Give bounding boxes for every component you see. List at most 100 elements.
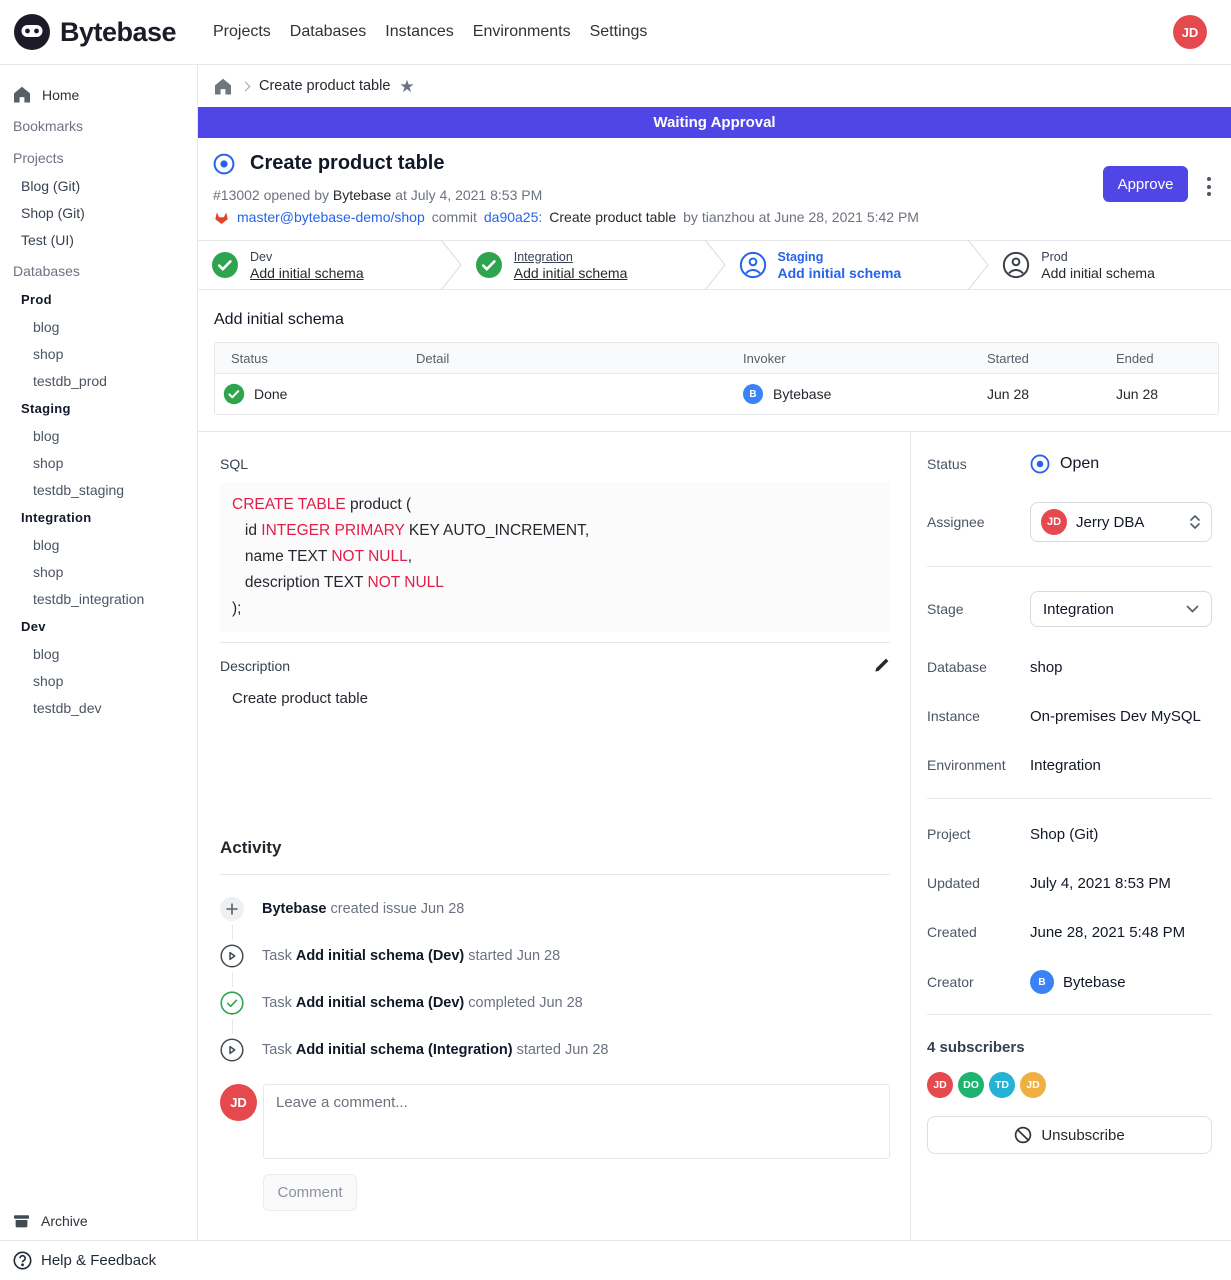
help-feedback-bar[interactable]: Help & Feedback [0, 1240, 1231, 1280]
sidebar-item-bookmarks[interactable]: Bookmarks [13, 111, 189, 140]
sidebar-db-dev-testdb-dev[interactable]: testdb_dev [13, 694, 189, 721]
nav-item-settings[interactable]: Settings [590, 19, 648, 45]
approve-button[interactable]: Approve [1103, 166, 1188, 202]
stage-labels: IntegrationAdd initial schema [514, 249, 628, 282]
sql-line: name TEXT NOT NULL, [232, 544, 878, 570]
nav-item-projects[interactable]: Projects [213, 19, 271, 45]
comment-composer: JD [220, 1084, 890, 1159]
vcs-commit-author: by tianzhou at June 28, 2021 5:42 PM [683, 209, 919, 225]
assignee-name: Jerry DBA [1076, 514, 1144, 531]
creator-value: Bytebase [1063, 974, 1126, 991]
stage-separator [440, 241, 462, 289]
task-table-row[interactable]: Done B Bytebase Jun 28 Jun 28 [215, 374, 1218, 414]
divider [220, 874, 890, 875]
ban-icon [1014, 1126, 1032, 1144]
stage-select[interactable]: Integration [1030, 591, 1212, 627]
project-value[interactable]: Shop (Git) [1030, 826, 1098, 843]
sidebar-env-staging[interactable]: Staging [13, 395, 189, 422]
creator-label: Creator [927, 974, 1030, 990]
project-label: Project [927, 826, 1030, 842]
timeline-connector [232, 1019, 233, 1034]
issue-more-menu-icon[interactable] [1205, 175, 1213, 198]
sidebar-item-test-ui[interactable]: Test (UI) [13, 226, 189, 253]
instance-value[interactable]: On-premises Dev MySQL [1030, 708, 1201, 725]
pipeline-stage-staging[interactable]: StagingAdd initial schema [726, 241, 968, 289]
sidebar-item-home[interactable]: Home [13, 81, 189, 108]
sidebar-env-prod[interactable]: Prod [13, 286, 189, 313]
sql-line: description TEXT NOT NULL [232, 570, 878, 596]
nav-item-databases[interactable]: Databases [290, 19, 367, 45]
sidebar-db-dev-shop[interactable]: shop [13, 667, 189, 694]
sidebar-db-prod-blog[interactable]: blog [13, 313, 189, 340]
activity-event: Task Add initial schema (Dev) started Ju… [220, 944, 890, 968]
pipeline-stage-dev[interactable]: DevAdd initial schema [198, 241, 440, 289]
sidebar-spacer [13, 721, 189, 1207]
timeline-connector [232, 925, 233, 940]
status-label: Status [927, 456, 1030, 472]
sidebar-db-integration-testdb-integration[interactable]: testdb_integration [13, 585, 189, 612]
sidebar-item-shop-git[interactable]: Shop (Git) [13, 199, 189, 226]
nav-item-environments[interactable]: Environments [473, 19, 571, 45]
comment-button[interactable]: Comment [263, 1174, 357, 1211]
sidebar-db-staging-blog[interactable]: blog [13, 422, 189, 449]
stage-env-label: Dev [250, 249, 364, 265]
bookmark-star-icon[interactable]: ★ [399, 78, 414, 95]
task-ended-cell: Jun 28 [1116, 386, 1218, 402]
sidebar-db-integration-blog[interactable]: blog [13, 531, 189, 558]
issue-meta-suffix: at July 4, 2021 8:53 PM [395, 187, 542, 203]
database-value[interactable]: shop [1030, 659, 1063, 676]
task-started-cell: Jun 28 [987, 386, 1116, 402]
activity-event: Task Add initial schema (Integration) st… [220, 1038, 890, 1062]
nav-item-instances[interactable]: Instances [385, 19, 453, 45]
gitlab-icon [213, 209, 230, 225]
sidebar-env-integration[interactable]: Integration [13, 504, 189, 531]
sidebar-db-staging-testdb-staging[interactable]: testdb_staging [13, 476, 189, 503]
sql-code-block: CREATE TABLE product ( id INTEGER PRIMAR… [220, 482, 890, 632]
sidebar-db-staging-shop[interactable]: shop [13, 449, 189, 476]
column-header-started: Started [987, 351, 1116, 366]
pipeline-stage-prod[interactable]: ProdAdd initial schema [989, 241, 1231, 289]
stage-task-label: Add initial schema [514, 265, 628, 282]
vcs-branch-link[interactable]: master@bytebase-demo/shop [237, 209, 425, 225]
activity-event: Task Add initial schema (Dev) completed … [220, 991, 890, 1015]
divider [927, 1014, 1212, 1015]
app: Bytebase Projects Databases Instances Envir… [0, 0, 1231, 1280]
activity-event-text: Task Add initial schema (Dev) completed … [262, 995, 583, 1011]
vcs-commit-hash-link[interactable]: da90a25: [484, 209, 542, 225]
task-status-text: Done [254, 386, 287, 402]
brand[interactable]: Bytebase [13, 13, 211, 51]
subscribers-title: 4 subscribers [927, 1039, 1212, 1056]
stage-separator [704, 241, 726, 289]
sidebar-db-dev-blog[interactable]: blog [13, 640, 189, 667]
sidebar-item-archive[interactable]: Archive [13, 1207, 189, 1234]
activity-timeline: Bytebase created issue Jun 28 Task Add in… [220, 897, 890, 1062]
breadcrumb-title[interactable]: Create product table [259, 78, 390, 94]
activity-event-text: Task Add initial schema (Integration) st… [262, 1042, 608, 1058]
sidebar-env-dev[interactable]: Dev [13, 613, 189, 640]
sidebar-db-prod-shop[interactable]: shop [13, 340, 189, 367]
task-table: StatusDetailInvokerStartedEnded Done B B… [214, 342, 1219, 415]
stage-value: Integration [1043, 601, 1114, 618]
activity-event-text: Bytebase created issue Jun 28 [262, 901, 464, 917]
edit-pencil-icon[interactable] [873, 657, 890, 674]
subscriber-avatar-jd: JD [927, 1072, 953, 1098]
assignee-select[interactable]: JD Jerry DBA [1030, 502, 1212, 542]
issue-header: Create product table #13002 opened by By… [198, 138, 1231, 240]
sidebar-item-blog-git[interactable]: Blog (Git) [13, 172, 189, 199]
comment-input[interactable] [263, 1084, 890, 1159]
stage-env-label: Prod [1041, 249, 1155, 265]
breadcrumb-home-icon[interactable] [214, 78, 232, 95]
unsubscribe-button[interactable]: Unsubscribe [927, 1116, 1212, 1154]
plus-circle-icon [220, 897, 244, 921]
environment-value[interactable]: Integration [1030, 757, 1101, 774]
divider [927, 798, 1212, 799]
pipeline-stage-integration[interactable]: IntegrationAdd initial schema [462, 241, 704, 289]
sidebar-db-prod-testdb-prod[interactable]: testdb_prod [13, 367, 189, 394]
updown-chevron-icon [1189, 514, 1201, 530]
sidebar-db-integration-shop[interactable]: shop [13, 558, 189, 585]
status-open-icon [1030, 454, 1050, 474]
subscriber-avatar-td: TD [989, 1072, 1015, 1098]
user-avatar[interactable]: JD [1173, 15, 1207, 49]
help-feedback-label: Help & Feedback [41, 1252, 156, 1269]
divider [220, 642, 890, 643]
